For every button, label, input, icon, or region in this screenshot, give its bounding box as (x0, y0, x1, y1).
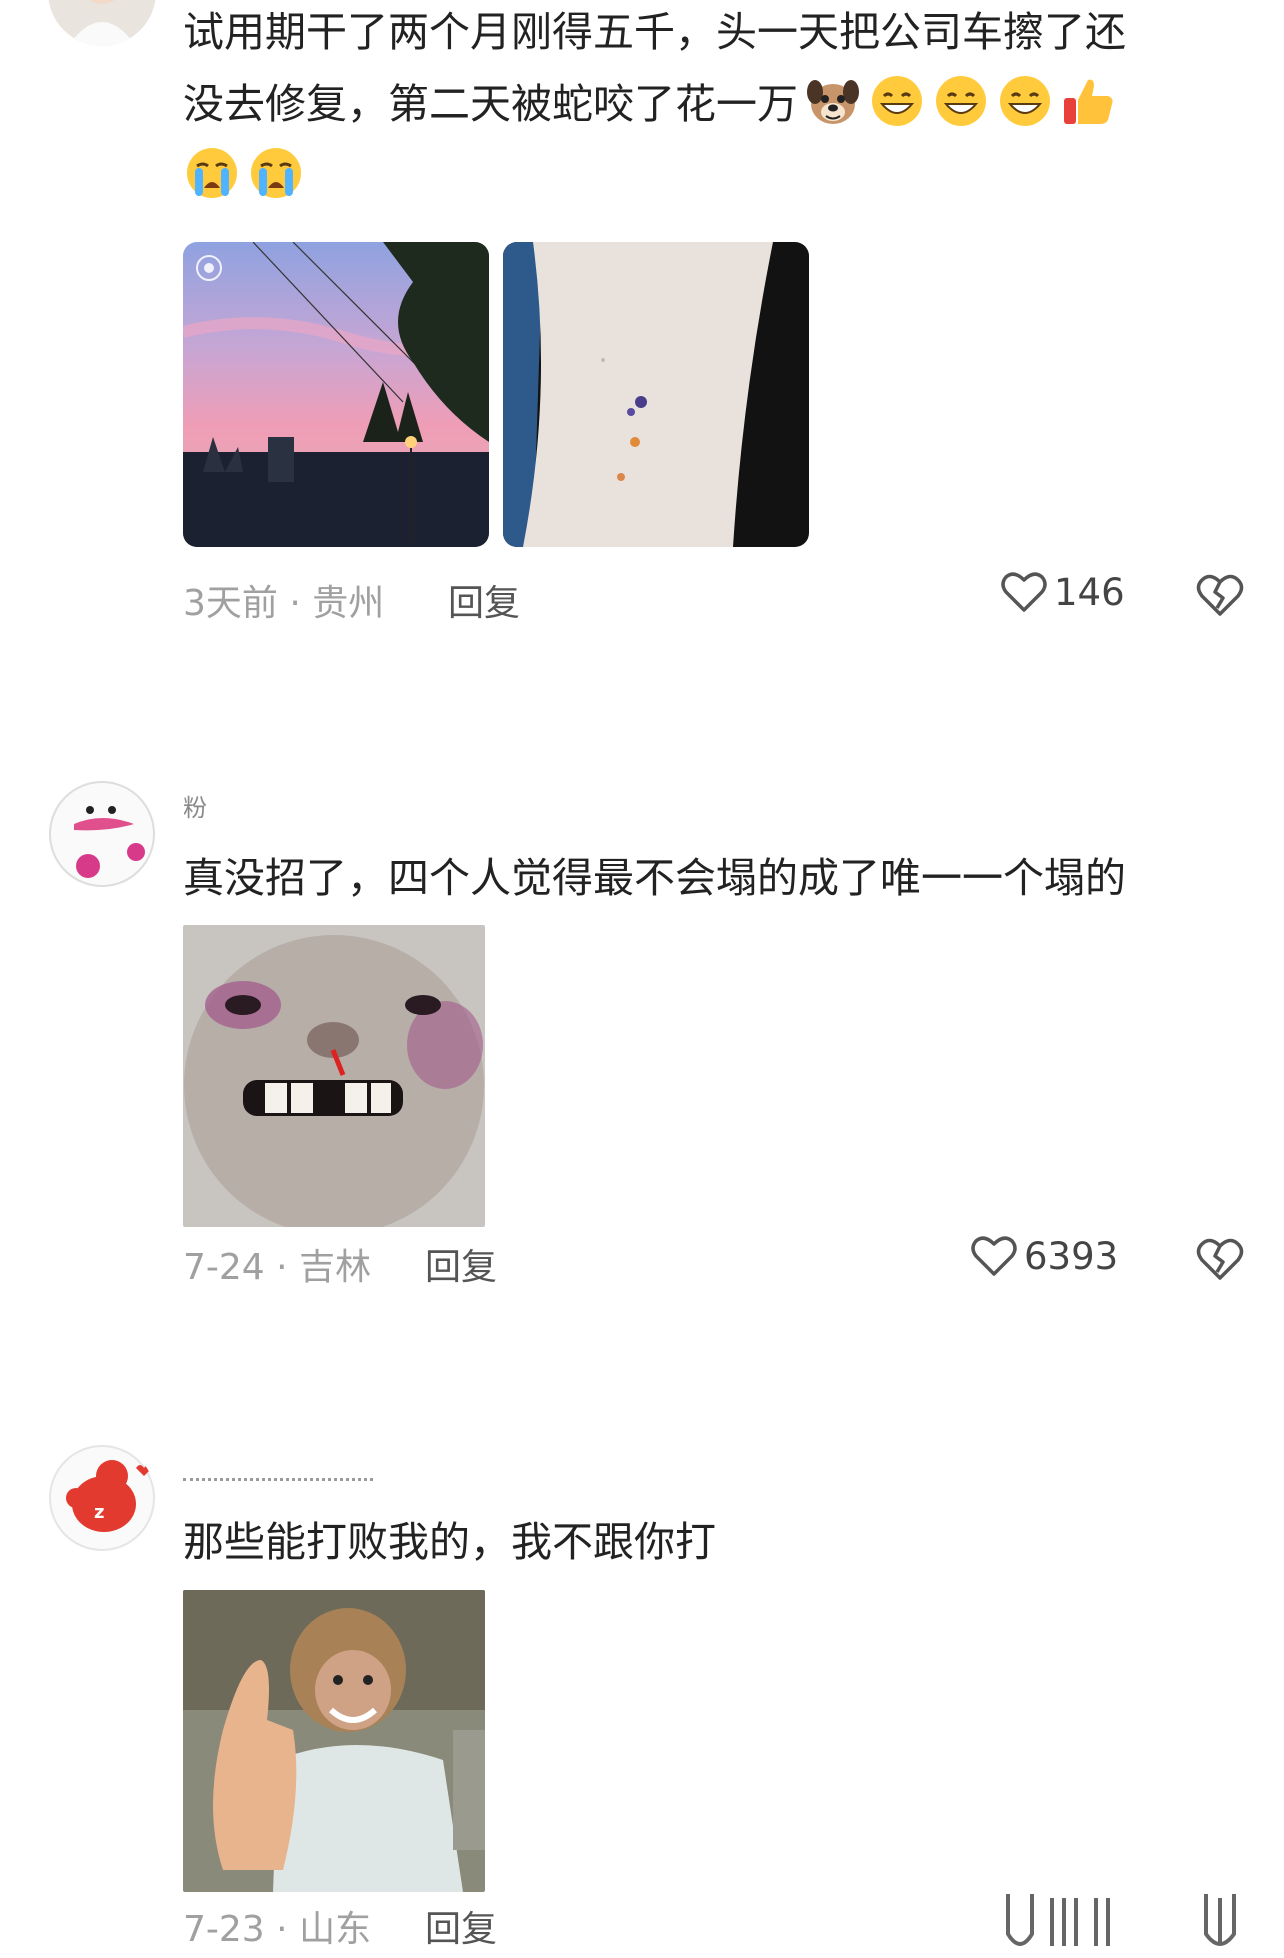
reply-button[interactable]: 回复 (425, 1238, 497, 1290)
comment-location: 吉林 (299, 1247, 372, 1288)
comment-text: 试用期干了两个月刚得五千，头一天把公司车擦了还 没去修复，第二天被蛇咬了花一万 (183, 0, 1243, 212)
comment-time: 7-24 (183, 1247, 265, 1288)
comment-text-line3 (183, 140, 1243, 212)
dislike-button[interactable] (1200, 1894, 1240, 1958)
comment-time: 3天前 (183, 583, 278, 624)
grin-icon (932, 72, 990, 130)
comment-3: z 那些能打败我的，我不跟你打 7-23 · 山东 回复 (0, 1420, 1284, 1950)
comment-time: 7-23 (183, 1909, 265, 1950)
broken-heart-icon (1196, 574, 1244, 616)
comment-text: 真没招了，四个人觉得最不会塌的成了唯一一个塌的 (183, 854, 1126, 902)
like-button[interactable]: 146 (1000, 570, 1125, 614)
comment-location: 贵州 (312, 583, 385, 624)
meta-separator: · (276, 1247, 288, 1288)
avatar[interactable] (48, 780, 156, 888)
comment-text: 那些能打败我的，我不跟你打 (183, 1518, 716, 1566)
heart-icon (1001, 572, 1047, 612)
broken-heart-icon (1204, 1894, 1236, 1946)
like-button[interactable]: 6393 (970, 1234, 1118, 1278)
comment-meta: 7-23 · 山东 (183, 1900, 371, 1952)
comment-text-line1: 试用期干了两个月刚得五千，头一天把公司车擦了还 (183, 8, 1126, 56)
reply-button[interactable]: 回复 (448, 574, 520, 626)
meta-separator: · (289, 583, 301, 624)
username[interactable]: 粉 (183, 788, 243, 823)
photo-arm-bite[interactable] (503, 242, 809, 547)
like-button[interactable] (1000, 1894, 1140, 1958)
comment-location: 山东 (299, 1909, 372, 1950)
heart-icon (971, 1236, 1017, 1276)
grin-icon (868, 72, 926, 130)
reply-button[interactable]: 回复 (425, 1900, 497, 1952)
meme-hamster[interactable] (183, 925, 485, 1227)
dislike-button[interactable] (1195, 572, 1245, 622)
heart-icon (1006, 1894, 1110, 1946)
like-count: 6393 (1024, 1234, 1119, 1278)
comment-1: 试用期干了两个月刚得五千，头一天把公司车擦了还 没去修复，第二天被蛇咬了花一万 (0, 0, 1284, 680)
thumbs-up-icon (1060, 72, 1118, 130)
grin-icon (996, 72, 1054, 130)
comment-meta: 3天前 · 贵州 (183, 574, 384, 626)
username-redacted[interactable] (183, 1478, 373, 1487)
svg-text:z: z (94, 1502, 104, 1523)
photo-sunset[interactable] (183, 242, 489, 547)
comment-2: 粉 真没招了，四个人觉得最不会塌的成了唯一一个塌的 7-24 · 吉林 回复 6… (0, 760, 1284, 1320)
dislike-button[interactable] (1195, 1236, 1245, 1286)
comment-text-line2: 没去修复，第二天被蛇咬了花一万 (183, 68, 1243, 140)
meta-separator: · (276, 1909, 288, 1950)
broken-heart-icon (1196, 1238, 1244, 1280)
avatar[interactable]: z (48, 1444, 156, 1552)
comment-meta: 7-24 · 吉林 (183, 1238, 371, 1290)
dog-face-icon (804, 72, 862, 130)
avatar[interactable] (48, 0, 156, 46)
crying-face-icon (247, 144, 305, 202)
like-count: 146 (1054, 570, 1125, 614)
meme-monkey-thumbs-up[interactable] (183, 1590, 485, 1892)
crying-face-icon (183, 144, 241, 202)
